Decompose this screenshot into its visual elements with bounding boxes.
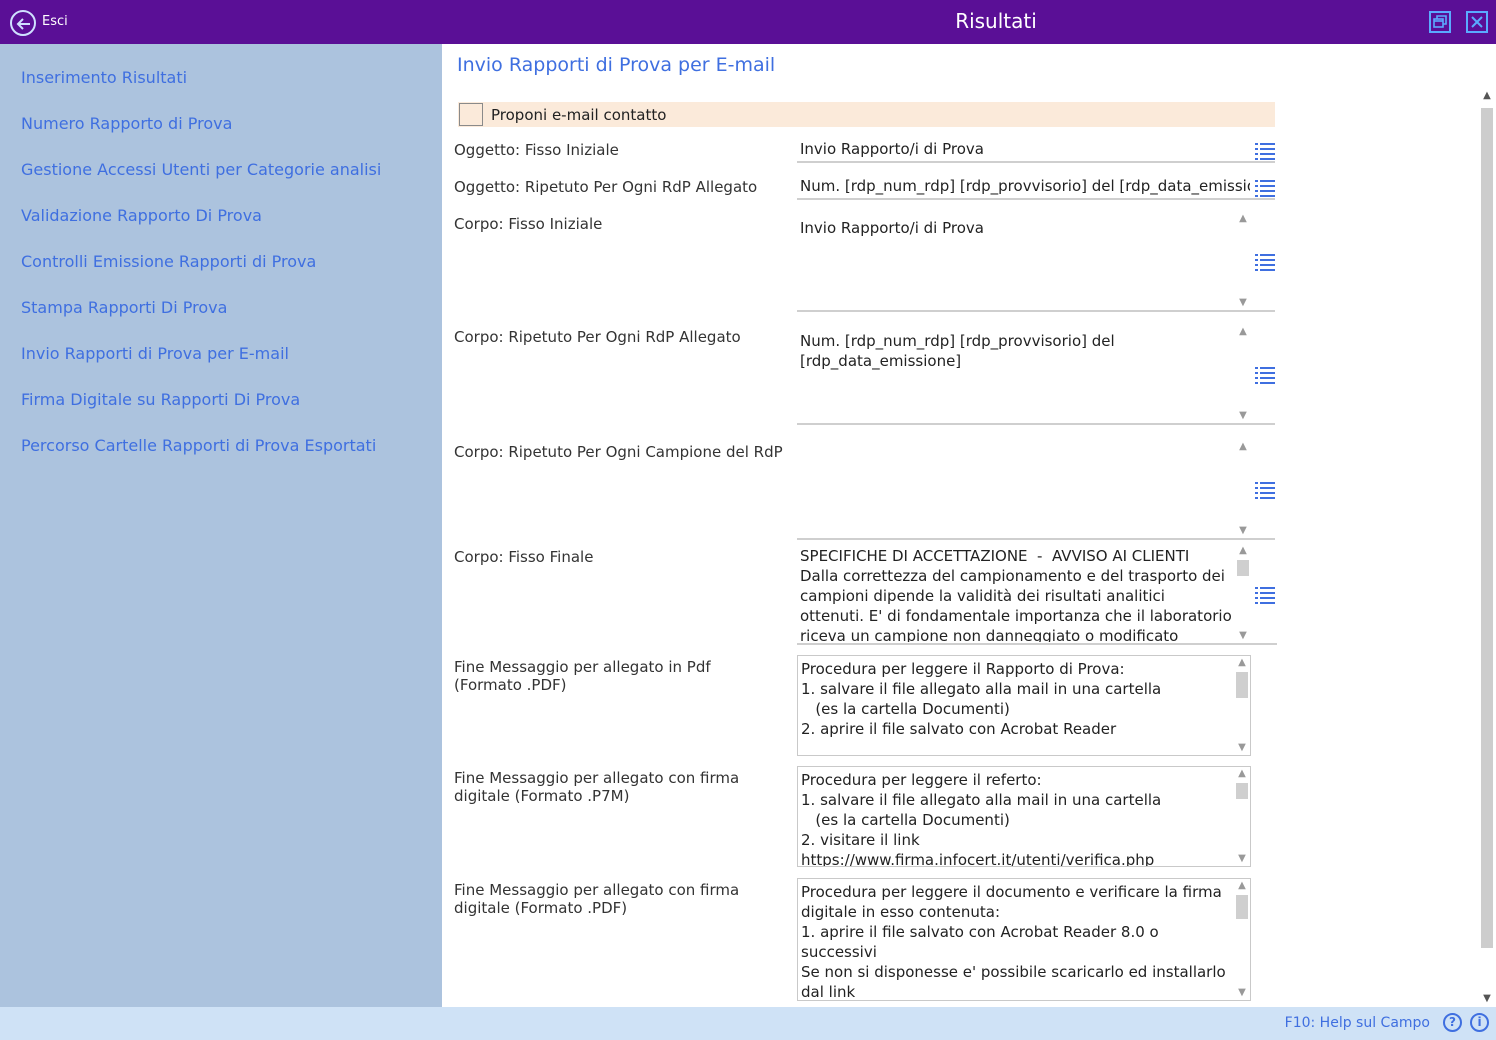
- scroll-up-icon[interactable]: ▲: [1235, 325, 1251, 339]
- scroll-up-icon[interactable]: ▲: [1234, 656, 1250, 670]
- body-final-textarea[interactable]: SPECIFICHE DI ACCETTAZIONE - AVVISO AI C…: [797, 544, 1277, 645]
- list-icon[interactable]: [1255, 586, 1275, 604]
- subject-repeated-value: Num. [rdp_num_rdp] [rdp_provvisorio] del…: [800, 177, 1250, 195]
- help-icon[interactable]: ?: [1443, 1013, 1462, 1032]
- subject-initial-label: Oggetto: Fisso Iniziale: [454, 141, 619, 159]
- end-signed-pdf-textarea[interactable]: Procedura per leggere il documento e ver…: [797, 878, 1251, 1001]
- scroll-down-icon[interactable]: ▼: [1235, 524, 1251, 538]
- list-icon[interactable]: [1255, 179, 1275, 197]
- end-pdf-textarea[interactable]: Procedura per leggere il Rapporto di Pro…: [797, 655, 1251, 756]
- propose-email-row: Proponi e-mail contatto: [458, 102, 1275, 127]
- end-signed-pdf-label: Fine Messaggio per allegato con firma di…: [454, 881, 740, 917]
- scroll-up-icon[interactable]: ▲: [1478, 90, 1496, 104]
- scroll-up-icon[interactable]: ▲: [1235, 544, 1251, 558]
- sidebar-item-validazione[interactable]: Validazione Rapporto Di Prova: [21, 206, 262, 225]
- list-icon[interactable]: [1255, 481, 1275, 499]
- back-arrow-icon[interactable]: [10, 10, 36, 36]
- info-icon[interactable]: i: [1470, 1013, 1489, 1032]
- textarea-scrollbar[interactable]: ▲ ▼: [1234, 767, 1250, 866]
- scroll-up-icon[interactable]: ▲: [1234, 767, 1250, 781]
- textarea-scrollbar[interactable]: ▲ ▼: [1234, 656, 1250, 755]
- scroll-thumb[interactable]: [1237, 560, 1249, 576]
- scroll-down-icon[interactable]: ▼: [1235, 296, 1251, 310]
- sidebar: Inserimento Risultati Numero Rapporto di…: [0, 44, 442, 1007]
- end-pdf-value: Procedura per leggere il Rapporto di Pro…: [801, 660, 1162, 738]
- scroll-thumb[interactable]: [1236, 672, 1248, 698]
- main-scrollbar[interactable]: ▲ ▼: [1478, 90, 1496, 1007]
- scroll-up-icon[interactable]: ▲: [1235, 440, 1251, 454]
- scroll-thumb[interactable]: [1236, 895, 1248, 919]
- sidebar-item-inserimento-risultati[interactable]: Inserimento Risultati: [21, 68, 187, 87]
- help-field-label[interactable]: F10: Help sul Campo: [1285, 1015, 1430, 1031]
- title-bar: Esci Risultati: [0, 0, 1496, 44]
- sidebar-item-numero-rapporto[interactable]: Numero Rapporto di Prova: [21, 114, 232, 133]
- sidebar-item-firma-digitale[interactable]: Firma Digitale su Rapporti Di Prova: [21, 390, 300, 409]
- exit-button[interactable]: Esci: [42, 14, 68, 29]
- scroll-up-icon[interactable]: ▲: [1235, 212, 1251, 226]
- body-repeated-rdp-label: Corpo: Ripetuto Per Ogni RdP Allegato: [454, 328, 741, 346]
- scroll-down-icon[interactable]: ▼: [1478, 993, 1496, 1007]
- body-initial-label: Corpo: Fisso Iniziale: [454, 215, 603, 233]
- textarea-scrollbar[interactable]: ▲ ▼: [1235, 544, 1251, 643]
- sidebar-item-gestione-accessi[interactable]: Gestione Accessi Utenti per Categorie an…: [21, 160, 381, 179]
- end-signed-pdf-value: Procedura per leggere il documento e ver…: [801, 883, 1226, 1000]
- sidebar-item-stampa[interactable]: Stampa Rapporti Di Prova: [21, 298, 227, 317]
- subject-repeated-label: Oggetto: Ripetuto Per Ogni RdP Allegato: [454, 178, 758, 196]
- body-initial-value: Invio Rapporto/i di Prova: [800, 219, 984, 237]
- main-panel: Invio Rapporti di Prova per E-mail Propo…: [442, 44, 1496, 1007]
- subject-initial-field[interactable]: Invio Rapporto/i di Prova: [797, 137, 1275, 163]
- sidebar-item-controlli-emissione[interactable]: Controlli Emissione Rapporti di Prova: [21, 252, 316, 271]
- scroll-down-icon[interactable]: ▼: [1235, 629, 1251, 643]
- sidebar-item-percorso-cartelle[interactable]: Percorso Cartelle Rapporti di Prova Espo…: [21, 436, 376, 455]
- list-icon[interactable]: [1255, 366, 1275, 384]
- list-icon[interactable]: [1255, 253, 1275, 271]
- end-p7m-textarea[interactable]: Procedura per leggere il referto: 1. sal…: [797, 766, 1251, 867]
- scroll-down-icon[interactable]: ▼: [1234, 986, 1250, 1000]
- scroll-down-icon[interactable]: ▼: [1234, 852, 1250, 866]
- end-p7m-value: Procedura per leggere il referto: 1. sal…: [801, 771, 1162, 866]
- propose-email-label: Proponi e-mail contatto: [491, 106, 667, 124]
- body-repeated-sample-label: Corpo: Ripetuto Per Ogni Campione del Rd…: [454, 443, 783, 461]
- textarea-scrollbar[interactable]: ▲ ▼: [1235, 325, 1251, 423]
- scroll-thumb[interactable]: [1481, 108, 1493, 948]
- window-title: Risultati: [955, 9, 1037, 33]
- propose-email-checkbox[interactable]: [459, 103, 483, 126]
- page-title: Invio Rapporti di Prova per E-mail: [457, 54, 776, 76]
- body-final-label: Corpo: Fisso Finale: [454, 548, 594, 566]
- scroll-up-icon[interactable]: ▲: [1234, 879, 1250, 893]
- body-repeated-rdp-textarea[interactable]: Num. [rdp_num_rdp] [rdp_provvisorio] del…: [797, 325, 1275, 425]
- body-repeated-sample-textarea[interactable]: ▲ ▼: [797, 440, 1275, 540]
- scroll-down-icon[interactable]: ▼: [1235, 409, 1251, 423]
- body-final-value: SPECIFICHE DI ACCETTAZIONE - AVVISO AI C…: [800, 547, 1232, 642]
- list-icon[interactable]: [1255, 142, 1275, 160]
- end-pdf-label: Fine Messaggio per allegato in Pdf (Form…: [454, 658, 711, 694]
- restore-window-icon[interactable]: [1429, 11, 1451, 33]
- status-bar: F10: Help sul Campo ? i: [0, 1007, 1496, 1040]
- sidebar-item-invio-email[interactable]: Invio Rapporti di Prova per E-mail: [21, 344, 289, 363]
- scroll-down-icon[interactable]: ▼: [1234, 741, 1250, 755]
- end-p7m-label: Fine Messaggio per allegato con firma di…: [454, 769, 740, 805]
- subject-repeated-field[interactable]: Num. [rdp_num_rdp] [rdp_provvisorio] del…: [797, 174, 1275, 200]
- scroll-thumb[interactable]: [1236, 783, 1248, 799]
- subject-initial-value: Invio Rapporto/i di Prova: [800, 140, 984, 158]
- textarea-scrollbar[interactable]: ▲ ▼: [1235, 440, 1251, 538]
- body-repeated-rdp-value: Num. [rdp_num_rdp] [rdp_provvisorio] del…: [800, 332, 1115, 370]
- textarea-scrollbar[interactable]: ▲ ▼: [1234, 879, 1250, 1000]
- body-initial-textarea[interactable]: Invio Rapporto/i di Prova ▲ ▼: [797, 212, 1275, 312]
- close-icon[interactable]: [1466, 11, 1488, 33]
- textarea-scrollbar[interactable]: ▲ ▼: [1235, 212, 1251, 310]
